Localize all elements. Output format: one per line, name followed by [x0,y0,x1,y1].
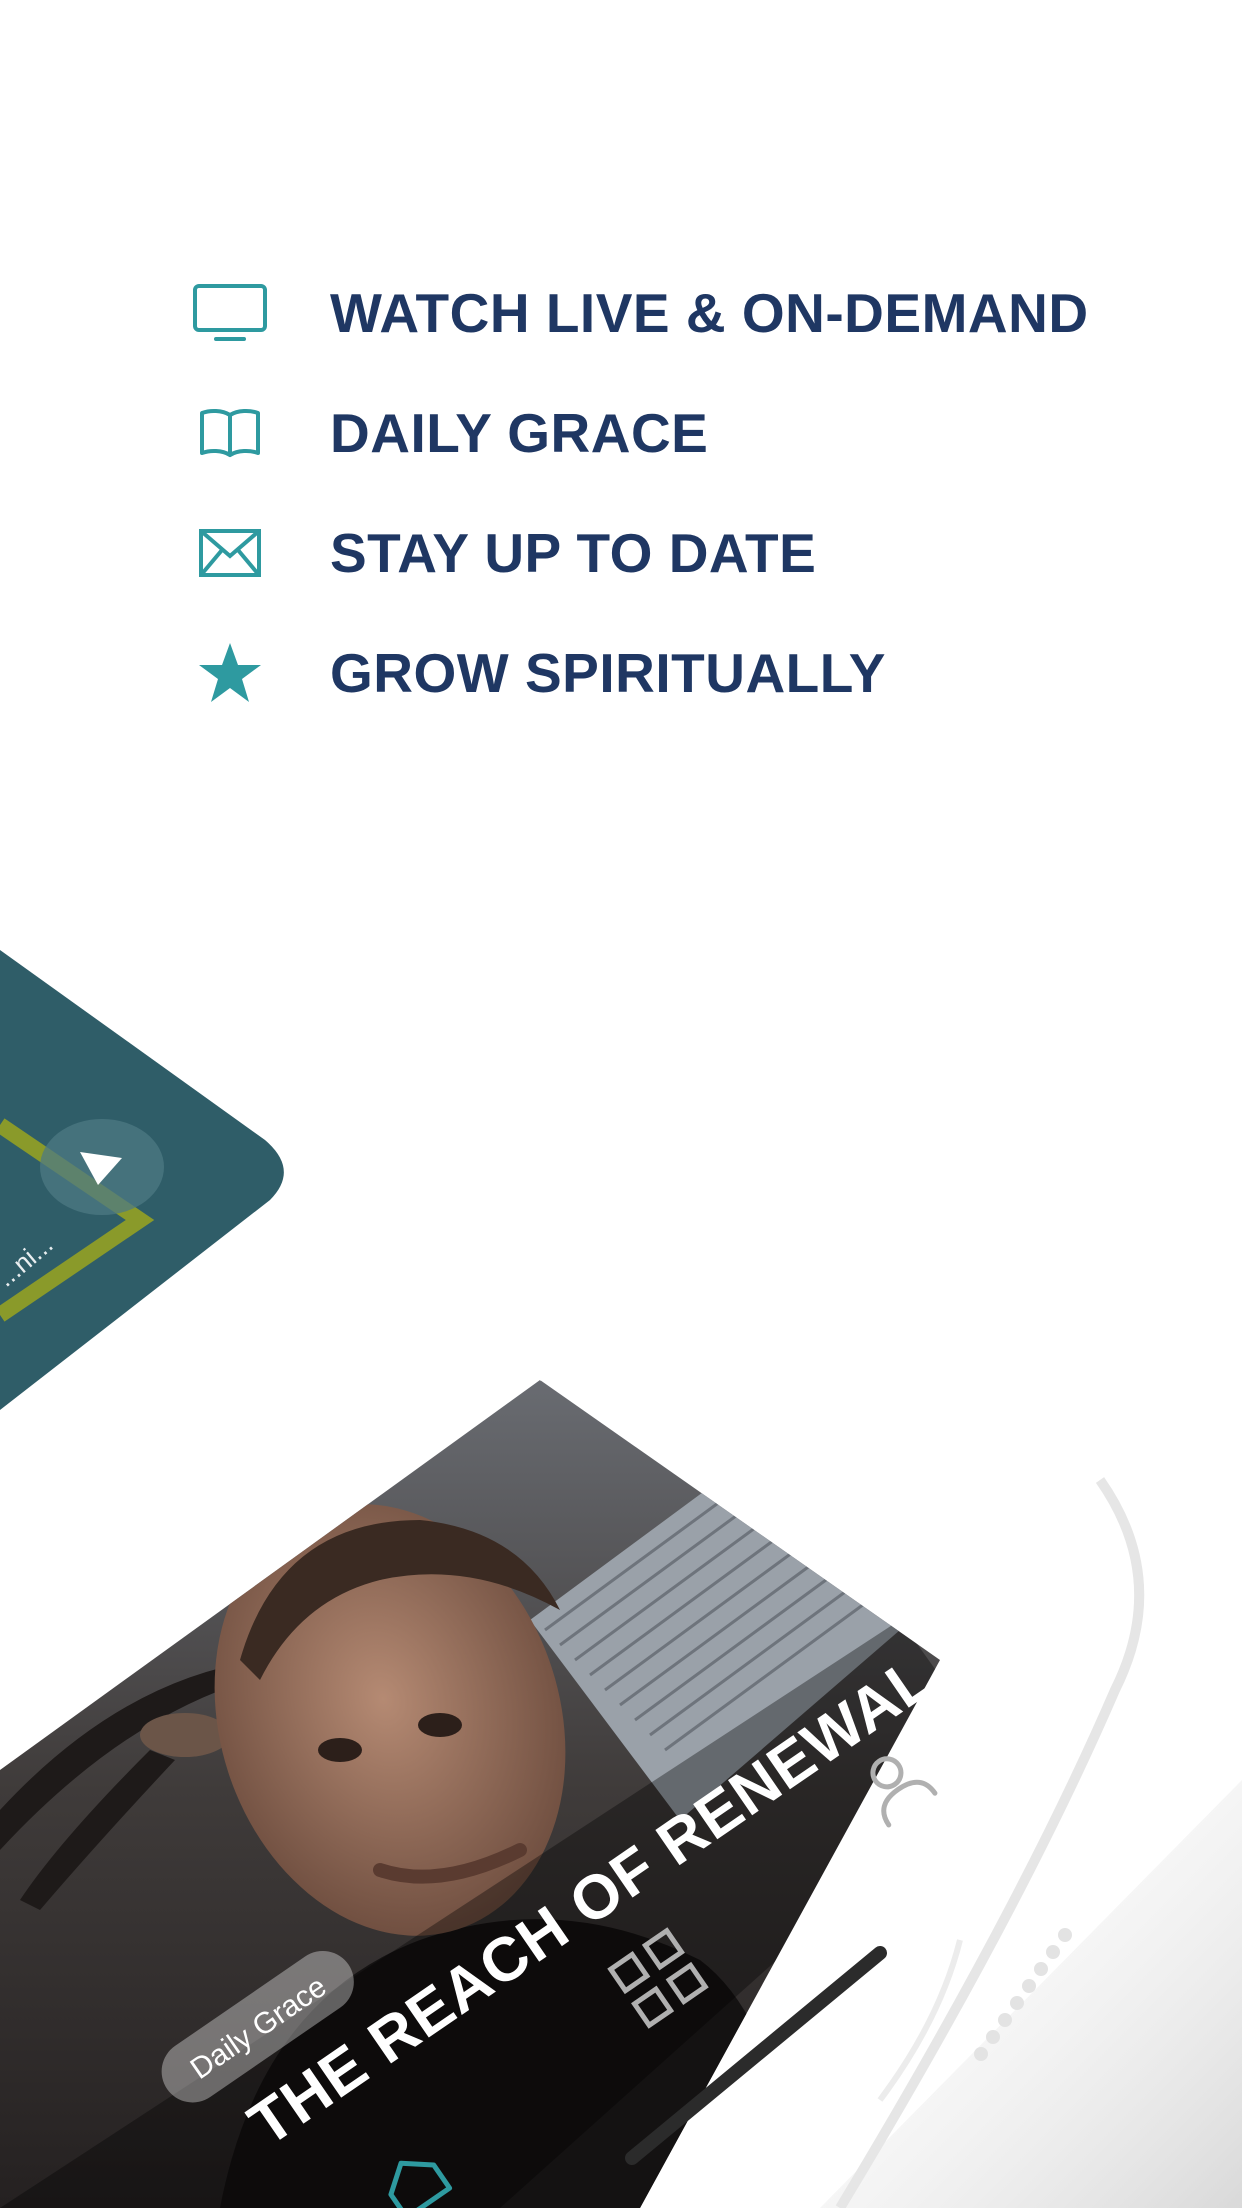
envelope-icon [185,508,275,598]
feature-daily-grace: DAILY GRACE [185,388,708,478]
feature-label: STAY UP TO DATE [330,522,817,584]
feature-label: WATCH LIVE & ON-DEMAND [330,282,1089,344]
book-icon [185,388,275,478]
feature-list: WATCH LIVE & ON-DEMAND DAILY GRACE STAY … [0,0,1242,760]
star-icon [185,628,275,718]
feature-label: GROW SPIRITUALLY [330,642,886,704]
feature-watch-live: WATCH LIVE & ON-DEMAND [185,268,1089,358]
tv-icon [185,268,275,358]
feature-stay-up-to-date: STAY UP TO DATE [185,508,816,598]
feature-label: DAILY GRACE [330,402,709,464]
phone-mockup: ...ni... THE REACH OF RENEWAL Daily Grac… [0,760,1242,2208]
feature-grow-spiritually: GROW SPIRITUALLY [185,628,886,718]
